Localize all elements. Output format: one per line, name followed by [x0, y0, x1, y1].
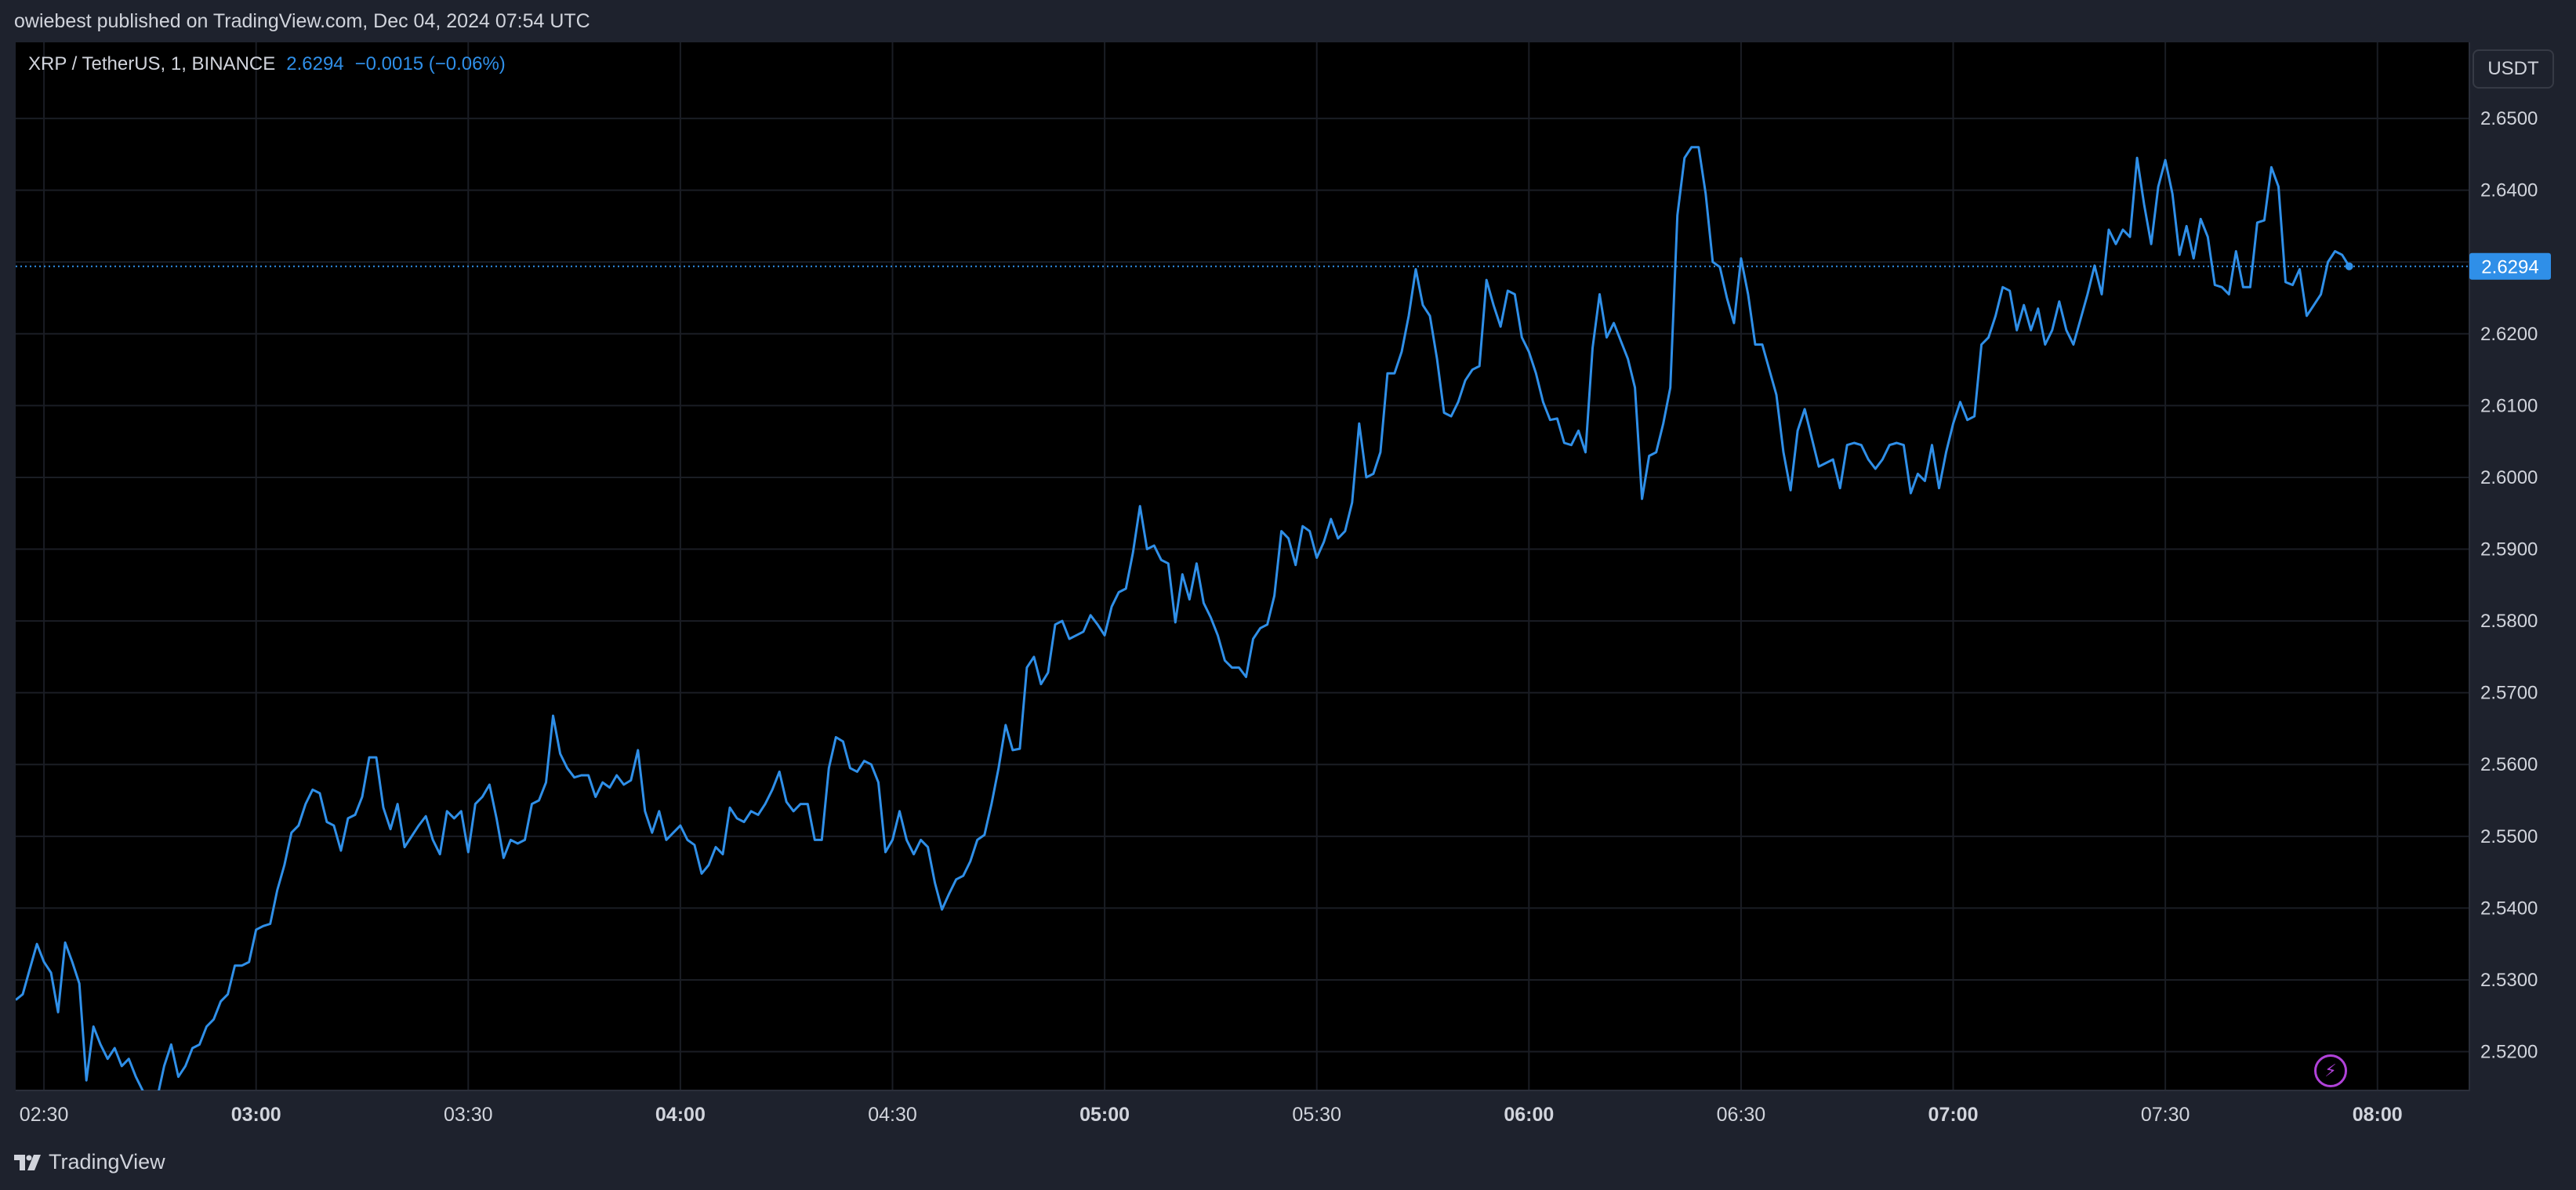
- legend-last-price: 2.6294: [286, 53, 344, 74]
- x-tick-label: 03:00: [231, 1104, 281, 1126]
- y-tick-label: 2.5400: [2480, 898, 2538, 919]
- x-tick-label: 07:30: [2141, 1104, 2190, 1126]
- x-tick-label: 05:30: [1292, 1104, 1341, 1126]
- x-tick-label: 04:00: [655, 1104, 706, 1126]
- tradingview-brand[interactable]: TradingView: [14, 1150, 165, 1174]
- y-tick-label: 2.5200: [2480, 1042, 2538, 1063]
- legend-symbol[interactable]: XRP / TetherUS, 1, BINANCE: [28, 53, 275, 75]
- y-tick-label: 2.6500: [2480, 108, 2538, 129]
- price-series-line: [16, 146, 2350, 1090]
- x-tick-label: 05:00: [1079, 1104, 1130, 1126]
- x-tick-label: 03:30: [444, 1104, 493, 1126]
- x-tick-label: 02:30: [20, 1104, 69, 1126]
- brand-label: TradingView: [49, 1150, 165, 1174]
- y-tick-label: 2.6100: [2480, 395, 2538, 416]
- x-tick-label: 08:00: [2353, 1104, 2403, 1126]
- lightning-icon[interactable]: ⚡: [2314, 1054, 2347, 1087]
- legend-change: −0.0015 (−0.06%): [354, 53, 506, 74]
- y-tick-label: 2.5600: [2480, 754, 2538, 775]
- y-tick-label: 2.5300: [2480, 970, 2538, 991]
- x-tick-label: 07:00: [1928, 1104, 1979, 1126]
- x-tick-label: 06:30: [1717, 1104, 1766, 1126]
- footer: TradingView: [0, 1134, 2576, 1190]
- y-tick-label: 2.5700: [2480, 683, 2538, 704]
- last-price-label: 2.6294: [2481, 257, 2538, 278]
- last-price-dot: [2345, 262, 2353, 270]
- y-tick-label: 2.6000: [2480, 467, 2538, 488]
- x-tick-label: 06:00: [1504, 1104, 1554, 1126]
- tradingview-logo-icon: [14, 1154, 41, 1170]
- chart-legend[interactable]: XRP / TetherUS, 1, BINANCE 2.6294 −0.001…: [28, 53, 506, 75]
- x-tick-label: 04:30: [868, 1104, 917, 1126]
- y-tick-label: 2.6200: [2480, 324, 2538, 345]
- price-unit-button[interactable]: USDT: [2473, 49, 2554, 89]
- price-chart[interactable]: 2.5200 2.5300 2.5400 2.5500 2.5600 2.5700 2.58…: [0, 0, 2576, 1134]
- y-tick-label: 2.6400: [2480, 180, 2538, 201]
- y-tick-label: 2.5800: [2480, 611, 2538, 632]
- y-tick-label: 2.5500: [2480, 826, 2538, 847]
- y-tick-label: 2.5900: [2480, 539, 2538, 561]
